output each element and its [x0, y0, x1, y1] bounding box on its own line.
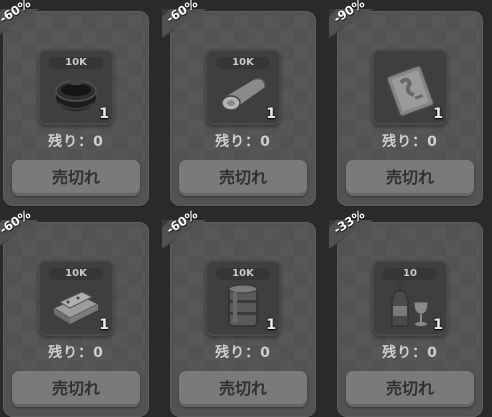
sold-out-button[interactable]: 売切れ [12, 371, 140, 407]
shop-item-card[interactable]: 10K 1 残り：0 売切れ -60% [0, 0, 149, 206]
metal-plates-icon [52, 291, 100, 324]
shop-item-card[interactable]: 1 残り：0 売切れ -90% [329, 0, 483, 206]
discount-badge: -60% [162, 0, 214, 41]
wine-bottle-glass-icon [391, 282, 429, 327]
item-quantity: 1 [433, 106, 443, 122]
sold-out-button[interactable]: 売切れ [12, 160, 140, 196]
discount-badge: -60% [162, 207, 214, 252]
item-tile[interactable]: 10 1 [372, 260, 448, 336]
sold-out-button[interactable]: 売切れ [179, 160, 307, 196]
item-tile[interactable]: 10K 1 [205, 260, 281, 336]
shop-item-card[interactable]: 10K 1 残り：0 売切れ -60% [0, 207, 149, 417]
shop-grid: 10K 1 残り：0 売切れ -60% 10K 1 残り：0 売切れ -60% … [0, 0, 492, 417]
remaining-stock: 残り：0 [48, 134, 104, 150]
remaining-stock: 残り：0 [382, 345, 438, 361]
blueprint-card-icon [386, 65, 435, 117]
shop-item-card[interactable]: 10K 1 残り：0 売切れ -60% [162, 207, 316, 417]
item-tile[interactable]: 10K 1 [205, 49, 281, 125]
sold-out-button[interactable]: 売切れ [179, 371, 307, 407]
remaining-stock: 残り：0 [48, 345, 104, 361]
item-quantity: 1 [99, 317, 109, 333]
item-quantity: 1 [99, 106, 109, 122]
discount-badge: -60% [0, 207, 47, 252]
discount-badge: -33% [329, 207, 381, 252]
discount-badge: -60% [0, 0, 47, 41]
item-tile[interactable]: 10K 1 [38, 49, 114, 125]
item-quantity: 1 [266, 317, 276, 333]
discount-badge: -90% [329, 0, 381, 41]
shop-item-card[interactable]: 10K 1 残り：0 売切れ -60% [162, 0, 316, 206]
oil-barrel-icon [228, 284, 258, 327]
item-tile[interactable]: 1 [372, 49, 448, 125]
shop-item-card[interactable]: 10 1 残り：0 売切れ -33% [329, 207, 483, 417]
sold-out-button[interactable]: 売切れ [346, 371, 474, 407]
remaining-stock: 残り：0 [215, 134, 271, 150]
cooking-pot-icon [55, 80, 97, 111]
wood-log-icon [221, 77, 266, 111]
item-tile[interactable]: 10K 1 [38, 260, 114, 336]
remaining-stock: 残り：0 [382, 134, 438, 150]
item-quantity: 1 [266, 106, 276, 122]
item-quantity: 1 [433, 317, 443, 333]
remaining-stock: 残り：0 [215, 345, 271, 361]
sold-out-button[interactable]: 売切れ [346, 160, 474, 196]
